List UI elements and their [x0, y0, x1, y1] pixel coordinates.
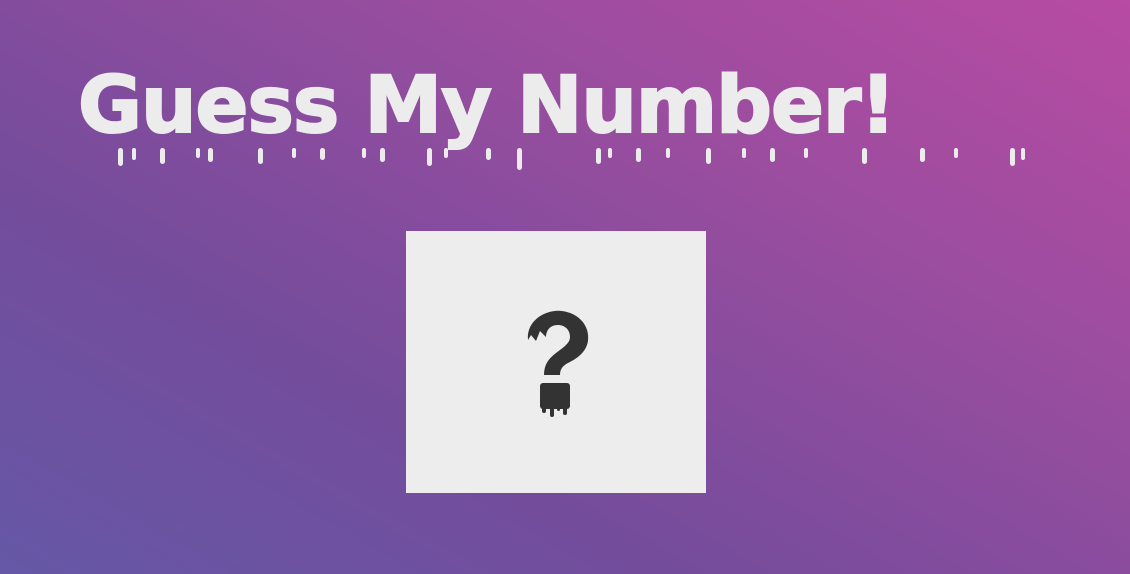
page-title: Guess My Number! — [77, 60, 897, 152]
title-area: Guess My Number! — [0, 48, 1130, 188]
question-mark-icon — [527, 310, 589, 417]
secret-number-display: ? — [406, 231, 706, 493]
secret-number-box: ? — [406, 231, 706, 493]
